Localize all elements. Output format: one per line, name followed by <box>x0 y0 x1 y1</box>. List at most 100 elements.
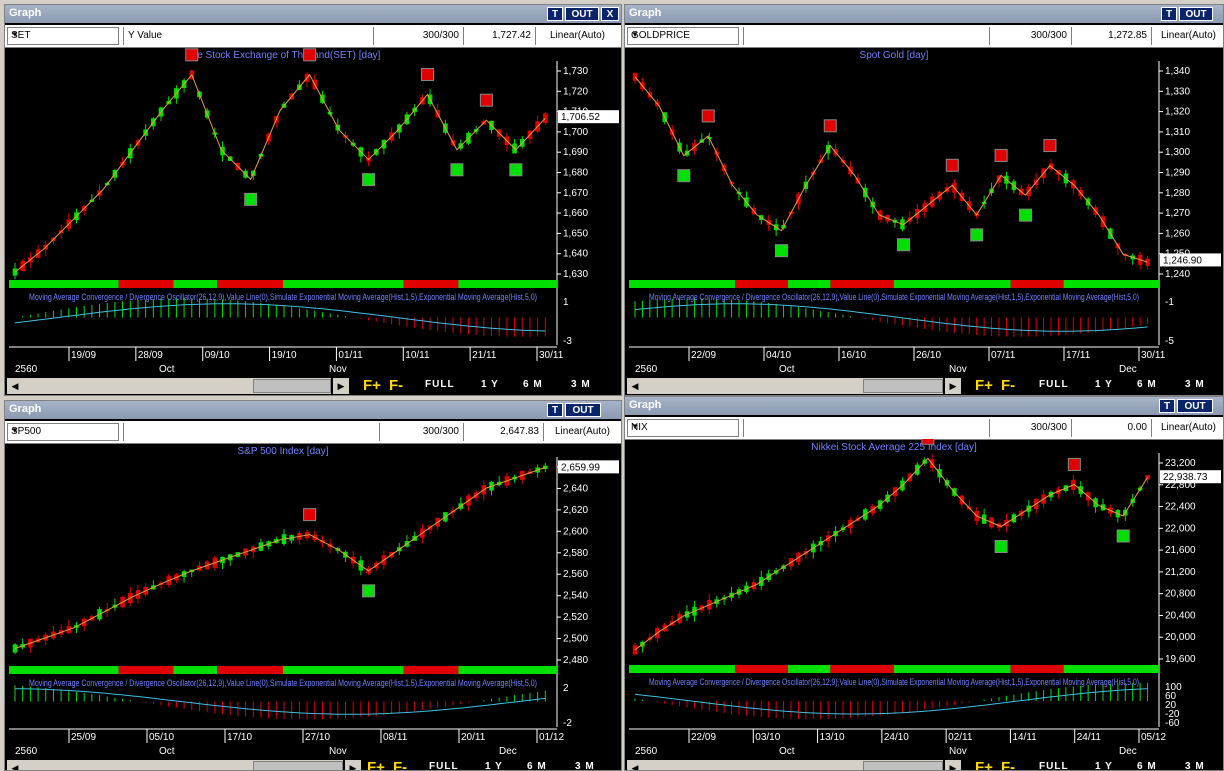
scrollbar-track[interactable] <box>23 378 331 394</box>
trend-bar-segment <box>629 665 735 673</box>
scroll-left-button[interactable]: ◀ <box>627 760 643 770</box>
panel-titlebar[interactable]: Graph T OUT <box>5 401 621 419</box>
panel-header: GOLDPRICE ▼ 300/300 1,272.85 Linear(Auto) <box>625 25 1223 48</box>
month-label: Dec <box>1119 364 1137 375</box>
symbol-select[interactable]: GOLDPRICE ▼ <box>627 27 739 45</box>
range-6m-button[interactable]: 6 M <box>527 761 547 770</box>
zigzag-trend-line <box>14 466 546 649</box>
panel-titlebar[interactable]: Graph T OUT <box>625 397 1223 415</box>
panel-header: SET ▼ Y Value 300/300 1,727.42 Linear(Aut… <box>5 25 621 48</box>
scroll-right-button[interactable]: ▶ <box>333 378 349 394</box>
out-button[interactable]: OUT <box>1179 7 1213 21</box>
range-1y-button[interactable]: 1 Y <box>485 761 503 770</box>
scrollbar-track[interactable] <box>643 760 943 770</box>
t-button[interactable]: T <box>1161 7 1177 21</box>
range-3m-button[interactable]: 3 M <box>571 379 591 390</box>
x-tick-label: 28/09 <box>138 350 163 361</box>
zoom-out-button[interactable]: F- <box>389 377 403 394</box>
panel-nikkei: Graph T OUT NIX ▼ 300/300 0.00 Linear(Aut… <box>624 396 1224 771</box>
panel-header: NIX ▼ 300/300 0.00 Linear(Auto) <box>625 417 1223 440</box>
range-3m-button[interactable]: 3 M <box>575 761 595 770</box>
buy-signal <box>1019 208 1033 222</box>
zoom-in-button[interactable]: F+ <box>367 759 385 770</box>
y-tick-label: 1,300 <box>1165 147 1190 158</box>
value-cell: 2,647.83 <box>463 423 543 441</box>
zoom-in-button[interactable]: F+ <box>975 759 993 770</box>
panel-titlebar[interactable]: Graph T OUT X <box>5 5 621 23</box>
scale-cell[interactable]: Linear(Auto) <box>535 27 619 45</box>
out-button[interactable]: OUT <box>565 7 599 21</box>
month-label: Oct <box>779 746 795 757</box>
scrollbar-thumb[interactable] <box>253 761 343 770</box>
sell-signal <box>420 68 434 82</box>
out-button[interactable]: OUT <box>1177 399 1213 413</box>
t-button[interactable]: T <box>547 7 563 21</box>
sell-signal <box>823 119 837 133</box>
scrollbar-track[interactable] <box>643 378 943 394</box>
range-3m-button[interactable]: 3 M <box>1185 379 1205 390</box>
y-tick-label: 1,260 <box>1165 228 1190 239</box>
chart-area: Spot Gold [day] 1,340 1,330 1,320 1,310 1,300… <box>629 50 1221 375</box>
count-value: 300/300 <box>422 30 459 41</box>
buy-signal <box>244 192 258 206</box>
scale-mode: Linear(Auto) <box>549 30 606 41</box>
trend-bar-segment <box>1063 280 1159 288</box>
scroll-right-button[interactable]: ▶ <box>345 760 361 770</box>
x-tick-label: 24/11 <box>1077 732 1102 743</box>
zoom-out-button[interactable]: F- <box>393 759 407 770</box>
navigation-bar: ◀ ▶ F+ F- FULL 1 Y 6 M 3 M <box>625 759 1223 770</box>
scroll-left-button[interactable]: ◀ <box>627 378 643 394</box>
scrollbar-thumb[interactable] <box>863 379 943 393</box>
count-cell: 300/300 <box>379 423 463 441</box>
x-tick-label: 17/11 <box>1066 350 1091 361</box>
x-tick-label: 17/10 <box>227 732 252 743</box>
trend-bar-segment <box>458 280 557 288</box>
symbol-select[interactable]: NIX ▼ <box>627 419 739 437</box>
range-1y-button[interactable]: 1 Y <box>481 379 499 390</box>
scroll-left-button[interactable]: ◀ <box>7 760 23 770</box>
x-tick-label: 19/09 <box>71 350 96 361</box>
t-button[interactable]: T <box>1159 399 1175 413</box>
scrollbar-track[interactable] <box>23 760 343 770</box>
month-label: Nov <box>329 746 347 757</box>
panel-titlebar[interactable]: Graph T OUT <box>625 5 1223 23</box>
scroll-right-button[interactable]: ▶ <box>945 760 961 770</box>
range-full-button[interactable]: FULL <box>429 761 459 770</box>
close-button[interactable]: X <box>601 7 619 21</box>
x-tick-label: 21/11 <box>472 350 497 361</box>
trend-bar-segment <box>118 280 174 288</box>
panel-gold: Graph T OUT GOLDPRICE ▼ 300/300 1,272.85 … <box>624 4 1224 396</box>
zoom-out-button[interactable]: F- <box>1001 759 1015 770</box>
x-tick-label: 16/10 <box>841 350 866 361</box>
range-6m-button[interactable]: 6 M <box>1137 379 1157 390</box>
symbol-select[interactable]: SET ▼ <box>7 27 119 45</box>
t-button[interactable]: T <box>547 403 563 417</box>
zoom-out-button[interactable]: F- <box>1001 377 1015 394</box>
range-full-button[interactable]: FULL <box>425 379 455 390</box>
out-button[interactable]: OUT <box>565 403 601 417</box>
range-1y-button[interactable]: 1 Y <box>1095 761 1113 770</box>
range-full-button[interactable]: FULL <box>1039 761 1069 770</box>
x-tick-label: 19/10 <box>272 350 297 361</box>
macd-label: Moving Average Convergence / Divergence … <box>29 292 537 302</box>
scroll-right-button[interactable]: ▶ <box>945 378 961 394</box>
zoom-in-button[interactable]: F+ <box>975 377 993 394</box>
range-6m-button[interactable]: 6 M <box>523 379 543 390</box>
scale-cell[interactable]: Linear(Auto) <box>543 423 621 441</box>
scale-cell[interactable]: Linear(Auto) <box>1151 27 1223 45</box>
scrollbar-thumb[interactable] <box>253 379 331 393</box>
range-1y-button[interactable]: 1 Y <box>1095 379 1113 390</box>
scroll-left-button[interactable]: ◀ <box>7 378 23 394</box>
range-3m-button[interactable]: 3 M <box>1185 761 1205 770</box>
range-full-button[interactable]: FULL <box>1039 379 1069 390</box>
range-6m-button[interactable]: 6 M <box>1137 761 1157 770</box>
x-tick-label: 08/11 <box>383 732 408 743</box>
y-tick-label: 2,500 <box>563 634 588 645</box>
y-tick-label: 23,200 <box>1165 458 1196 469</box>
scale-cell[interactable]: Linear(Auto) <box>1151 419 1223 437</box>
zoom-in-button[interactable]: F+ <box>363 377 381 394</box>
scrollbar-thumb[interactable] <box>863 761 943 770</box>
symbol-select[interactable]: SP500 ▼ <box>7 423 119 441</box>
x-tick-label: 07/11 <box>991 350 1016 361</box>
year-label: 2560 <box>15 746 38 757</box>
